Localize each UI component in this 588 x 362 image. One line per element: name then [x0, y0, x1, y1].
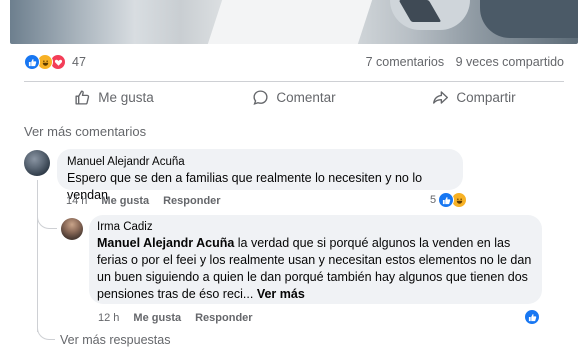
comment-like-button[interactable]: Me gusta [101, 195, 149, 207]
thread-line [37, 180, 38, 332]
avatar[interactable] [24, 150, 50, 176]
comment-reaction-count: 5 [430, 194, 437, 206]
reply-mention[interactable]: Manuel Alejandr Acuña [97, 236, 234, 250]
see-more-link[interactable]: Ver más [253, 287, 305, 301]
comment-time[interactable]: 14 h [66, 195, 87, 207]
like-reaction-icon [524, 309, 540, 325]
reply-connector [37, 205, 57, 229]
share-button-label: Compartir [456, 90, 516, 105]
reply-time[interactable]: 12 h [98, 312, 119, 324]
share-button[interactable]: Compartir [384, 89, 564, 106]
post-image[interactable] [10, 0, 578, 44]
comment-reactions[interactable]: 5 [430, 192, 468, 208]
reply-meta: 12 h Me gusta Responder [98, 312, 253, 324]
comment-bubble: Manuel Alejandr Acuña Espero que se den … [57, 149, 463, 202]
reply-text: Manuel Alejandr Acuña la verdad que si p… [97, 235, 534, 303]
shares-count-link[interactable]: 9 veces compartido [456, 55, 564, 69]
view-more-comments-link[interactable]: Ver más comentarios [24, 124, 146, 139]
post-action-bar: Me gusta Comentar Compartir [24, 81, 564, 113]
more-replies-connector [37, 318, 55, 340]
like-reaction-icon [24, 54, 40, 70]
comments-count-link[interactable]: 7 comentarios [366, 55, 445, 69]
reaction-count: 47 [72, 55, 86, 69]
comment-button-label: Comentar [276, 90, 336, 105]
share-arrow-icon [433, 91, 449, 104]
like-button-label: Me gusta [98, 90, 154, 105]
comment-reply-button[interactable]: Responder [163, 195, 220, 207]
reply-author[interactable]: Irma Cadiz [97, 221, 534, 233]
like-reaction-icon [438, 192, 455, 208]
view-more-replies-link[interactable]: Ver más respuestas [60, 333, 170, 347]
comment-meta: 14 h Me gusta Responder [66, 195, 221, 207]
reply-like-button[interactable]: Me gusta [133, 312, 181, 324]
reply-reactions[interactable] [524, 309, 540, 325]
comment-button[interactable]: Comentar [204, 89, 384, 106]
reaction-summary[interactable]: 47 [24, 54, 86, 70]
comment-bubble-icon [253, 90, 268, 105]
comment-author[interactable]: Manuel Alejandr Acuña [67, 156, 453, 168]
post-stats: 47 7 comentarios 9 veces compartido [24, 51, 564, 73]
reply-bubble: Irma Cadiz Manuel Alejandr Acuña la verd… [89, 215, 542, 304]
avatar[interactable] [61, 218, 83, 240]
thumbs-up-icon [75, 90, 90, 105]
reply-reply-button[interactable]: Responder [195, 312, 252, 324]
like-button[interactable]: Me gusta [24, 89, 204, 106]
